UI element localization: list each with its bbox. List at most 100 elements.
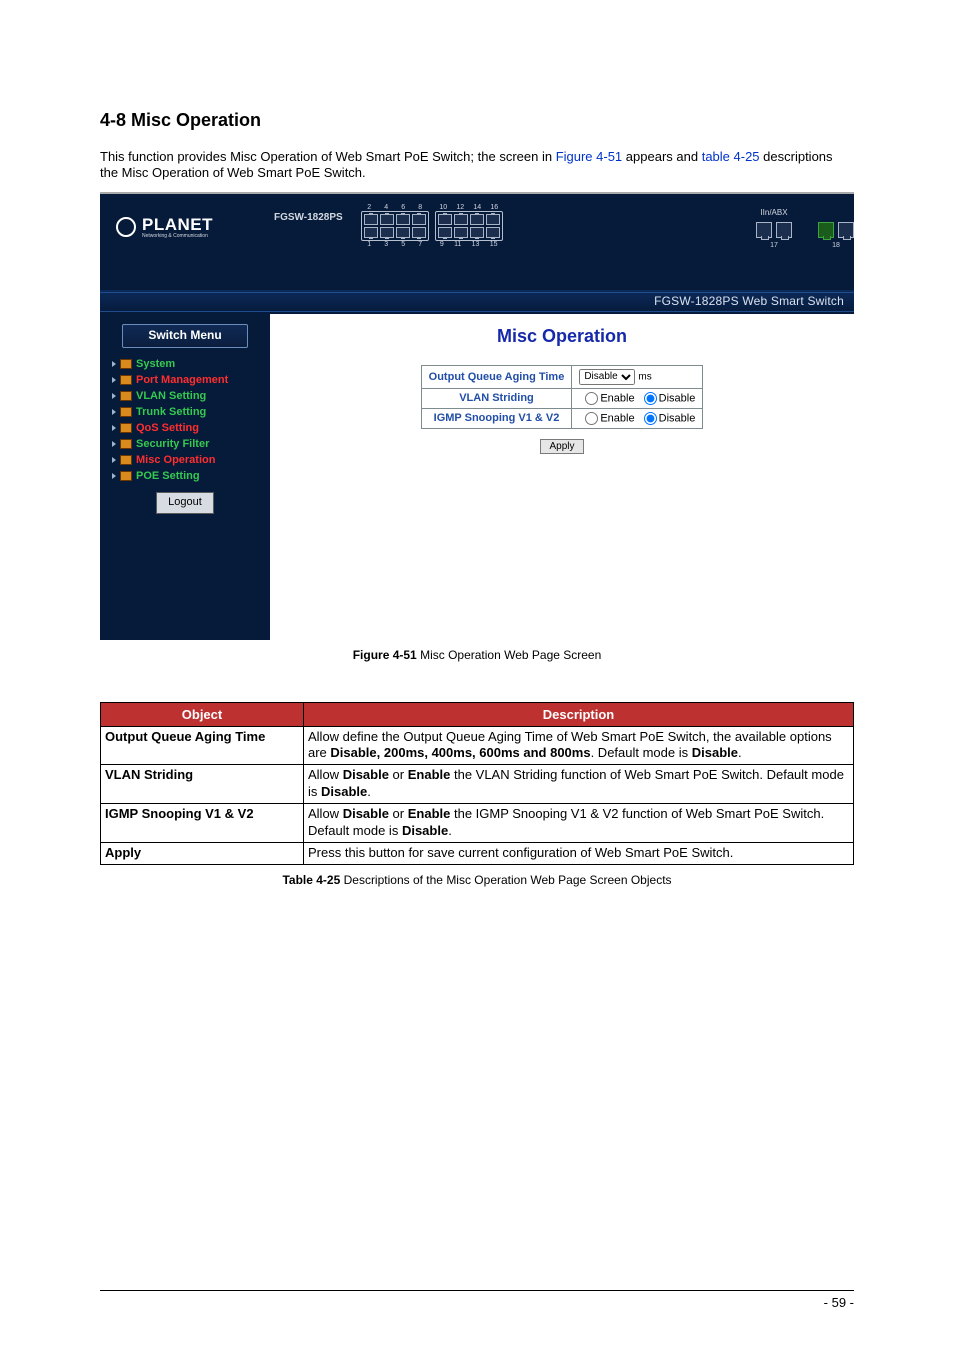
- port-icon: [454, 227, 468, 238]
- port-icon: [470, 227, 484, 238]
- aging-time-cell: Disable ms: [572, 365, 703, 388]
- description-cell: Press this button for save current confi…: [304, 842, 854, 864]
- port-num: 5: [401, 241, 405, 248]
- igmp-snooping-cell: Enable Disable: [572, 408, 703, 428]
- header-strip: FGSW-1828PS Web Smart Switch: [100, 290, 854, 314]
- table-row: Output Queue Aging Time Allow define the…: [101, 726, 854, 765]
- folder-icon: [120, 375, 132, 385]
- port-icon: [396, 214, 410, 225]
- table-header-description: Description: [304, 702, 854, 726]
- aging-time-select[interactable]: Disable: [579, 369, 635, 385]
- folder-icon: [120, 439, 132, 449]
- figure-link[interactable]: Figure 4-51: [556, 149, 622, 164]
- sidebar-item-poe-setting[interactable]: POE Setting: [112, 470, 258, 482]
- sidebar-item-security-filter[interactable]: Security Filter: [112, 438, 258, 450]
- figure-caption: Figure 4-51 Misc Operation Web Page Scre…: [100, 648, 854, 662]
- port-icon: [412, 227, 426, 238]
- logout-button[interactable]: Logout: [156, 492, 214, 514]
- table-row: Apply Press this button for save current…: [101, 842, 854, 864]
- sidebar-item-qos-setting[interactable]: QoS Setting: [112, 422, 258, 434]
- table-row: VLAN Striding Allow Disable or Enable th…: [101, 765, 854, 804]
- port-num: 12: [456, 204, 464, 211]
- port-icon: [486, 214, 500, 225]
- brand-name: PLANET: [142, 216, 213, 233]
- port-icon: [380, 214, 394, 225]
- uplink-port-icon: [818, 222, 834, 238]
- vlan-striding-cell: Enable Disable: [572, 388, 703, 408]
- port-num: 3: [384, 241, 388, 248]
- chevron-right-icon: [112, 361, 116, 367]
- sidebar-menu: System Port Management VLAN Setting Trun…: [100, 358, 270, 482]
- port-icon: [438, 214, 452, 225]
- table-link[interactable]: table 4-25: [702, 149, 760, 164]
- description-cell: Allow Disable or Enable the IGMP Snoopin…: [304, 804, 854, 843]
- folder-icon: [120, 423, 132, 433]
- figure-caption-bold: Figure 4-51: [353, 648, 417, 662]
- folder-icon: [120, 359, 132, 369]
- igmp-enable-radio[interactable]: [585, 412, 598, 425]
- port-icon: [470, 214, 484, 225]
- planet-icon: [116, 217, 136, 237]
- disable-label: Disable: [659, 412, 696, 424]
- chevron-right-icon: [112, 457, 116, 463]
- intro-paragraph: This function provides Misc Operation of…: [100, 149, 854, 182]
- sidebar-item-label: Misc Operation: [136, 454, 215, 466]
- port-icon: [454, 214, 468, 225]
- sidebar: Switch Menu System Port Management VLAN …: [100, 314, 270, 640]
- apply-button[interactable]: Apply: [540, 439, 583, 454]
- intro-text-2: appears and: [626, 149, 702, 164]
- screenshot-header: PLANET Networking & Communication FGSW-1…: [100, 194, 854, 290]
- port-icon: [380, 227, 394, 238]
- vlan-striding-label: VLAN Striding: [421, 388, 572, 408]
- table-caption: Table 4-25 Descriptions of the Misc Oper…: [100, 873, 854, 887]
- link-label: IIn/ABX: [760, 208, 787, 217]
- folder-icon: [120, 471, 132, 481]
- switch-menu-title: Switch Menu: [122, 324, 248, 348]
- sidebar-item-label: Port Management: [136, 374, 228, 386]
- uplink-port-icon: [776, 222, 792, 238]
- page-number: - 59 -: [824, 1295, 854, 1310]
- port-num: 7: [418, 241, 422, 248]
- screenshot-content-pane: Misc Operation Output Queue Aging Time D…: [270, 314, 854, 640]
- igmp-disable-radio[interactable]: [644, 412, 657, 425]
- port-num: 13: [472, 241, 480, 248]
- sidebar-item-misc-operation[interactable]: Misc Operation: [112, 454, 258, 466]
- port-num: 10: [439, 204, 447, 211]
- device-model: FGSW-1828PS: [274, 194, 361, 223]
- port-icon: [396, 227, 410, 238]
- vlan-striding-enable-radio[interactable]: [585, 392, 598, 405]
- object-description-table: Object Description Output Queue Aging Ti…: [100, 702, 854, 865]
- content-title: Misc Operation: [497, 326, 627, 347]
- figure-caption-text: Misc Operation Web Page Screen: [417, 648, 602, 662]
- table-caption-bold: Table 4-25: [282, 873, 340, 887]
- sidebar-item-trunk-setting[interactable]: Trunk Setting: [112, 406, 258, 418]
- description-cell: Allow Disable or Enable the VLAN Stridin…: [304, 765, 854, 804]
- enable-label: Enable: [600, 392, 634, 404]
- intro-text-1: This function provides Misc Operation of…: [100, 149, 556, 164]
- chevron-right-icon: [112, 377, 116, 383]
- misc-operation-table: Output Queue Aging Time Disable ms VLAN …: [421, 365, 704, 429]
- section-title: 4-8 Misc Operation: [100, 110, 854, 131]
- disable-label: Disable: [659, 392, 696, 404]
- port-icon: [364, 214, 378, 225]
- chevron-right-icon: [112, 409, 116, 415]
- description-cell: Allow define the Output Queue Aging Time…: [304, 726, 854, 765]
- vlan-striding-disable-radio[interactable]: [644, 392, 657, 405]
- chevron-right-icon: [112, 441, 116, 447]
- sidebar-item-vlan-setting[interactable]: VLAN Setting: [112, 390, 258, 402]
- sidebar-item-label: VLAN Setting: [136, 390, 206, 402]
- sidebar-item-port-management[interactable]: Port Management: [112, 374, 258, 386]
- uplink-num: 17: [770, 242, 778, 249]
- igmp-snooping-label: IGMP Snooping V1 & V2: [421, 408, 572, 428]
- sidebar-item-system[interactable]: System: [112, 358, 258, 370]
- folder-icon: [120, 407, 132, 417]
- folder-icon: [120, 391, 132, 401]
- chevron-right-icon: [112, 473, 116, 479]
- folder-icon: [120, 455, 132, 465]
- uplink-num: 18: [832, 242, 840, 249]
- port-num: 11: [454, 241, 461, 248]
- brand-logo: PLANET Networking & Communication: [100, 194, 274, 239]
- uplink-port-icon: [838, 222, 854, 238]
- sidebar-item-label: System: [136, 358, 175, 370]
- sidebar-item-label: Security Filter: [136, 438, 209, 450]
